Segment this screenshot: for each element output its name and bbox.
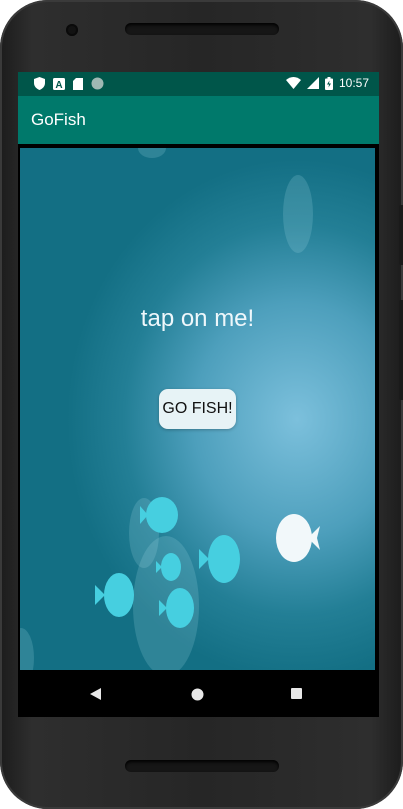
notification-icons: A	[34, 77, 104, 90]
a-icon: A	[53, 77, 65, 90]
navigation-bar	[18, 670, 379, 717]
sd-card-icon	[73, 77, 83, 90]
bubble	[20, 628, 34, 670]
top-speaker	[125, 23, 279, 35]
fish-icon[interactable]	[274, 512, 320, 564]
back-icon[interactable]	[86, 684, 106, 704]
front-camera	[66, 24, 78, 36]
tap-label: tap on me!	[140, 305, 255, 332]
status-bar: A 10:57	[18, 72, 379, 96]
fish-icon[interactable]	[199, 533, 241, 585]
app-title: GoFish	[31, 110, 86, 129]
phone-frame: A 10:57 GoFish tap on me! GO FISH!	[0, 0, 403, 809]
fish-icon[interactable]	[156, 552, 181, 582]
svg-text:A: A	[55, 80, 62, 90]
fish-icon[interactable]	[95, 571, 135, 619]
cell-signal-icon	[306, 77, 319, 89]
bottom-speaker	[125, 760, 279, 772]
power-button	[399, 205, 403, 265]
app-bar: GoFish	[18, 96, 379, 144]
aquarium-view[interactable]: tap on me! GO FISH!	[20, 148, 375, 670]
system-icons: 10:57	[285, 76, 369, 90]
fish-icon[interactable]	[140, 494, 180, 536]
battery-icon	[324, 76, 333, 90]
bubble	[283, 175, 313, 253]
shield-icon	[34, 77, 45, 90]
home-icon[interactable]	[187, 684, 207, 704]
screen: A 10:57 GoFish tap on me! GO FISH!	[18, 72, 379, 717]
fish-icon[interactable]	[159, 586, 195, 630]
wifi-icon	[285, 77, 301, 89]
clock: 10:57	[338, 76, 369, 90]
volume-button	[399, 300, 403, 400]
bubble	[138, 148, 166, 158]
go-fish-button[interactable]: GO FISH!	[159, 389, 236, 429]
circle-icon	[91, 77, 104, 90]
recents-icon[interactable]	[287, 684, 307, 704]
